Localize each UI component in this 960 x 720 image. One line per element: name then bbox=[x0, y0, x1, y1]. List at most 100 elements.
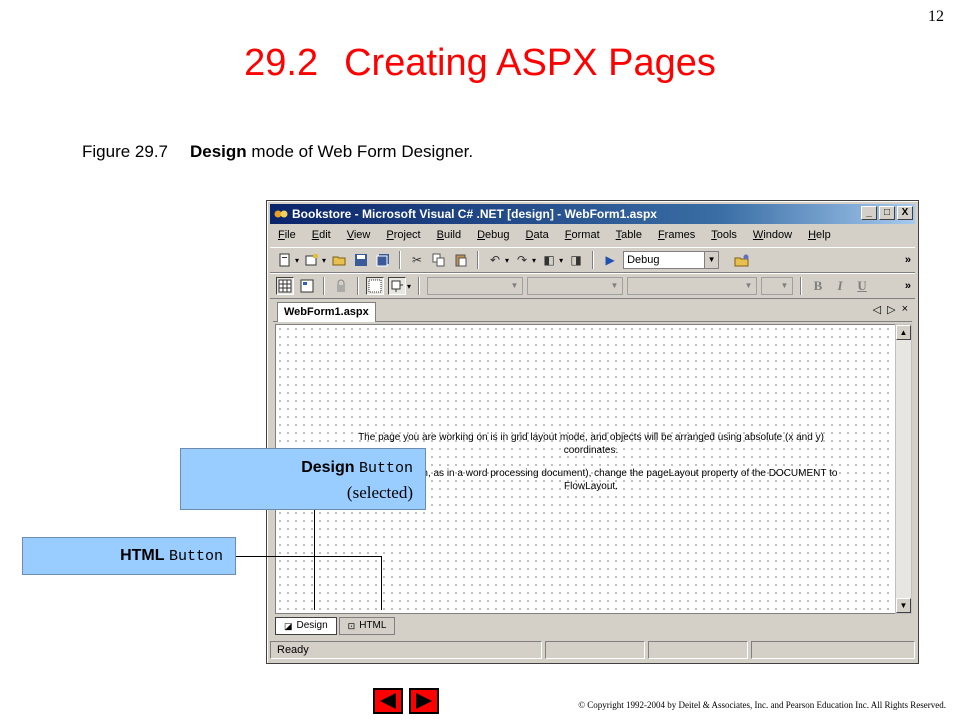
prev-arrow-icon bbox=[380, 693, 396, 709]
toolbar-overflow-icon[interactable]: » bbox=[905, 280, 911, 292]
minimize-button[interactable]: _ bbox=[861, 206, 877, 220]
copy-icon[interactable] bbox=[430, 251, 448, 269]
save-all-icon[interactable] bbox=[374, 251, 392, 269]
chevron-down-icon[interactable]: ▼ bbox=[704, 252, 719, 268]
chevron-down-icon[interactable]: ▾ bbox=[295, 256, 299, 265]
toolbar-separator bbox=[357, 277, 359, 295]
design-callout-line1: Design Button bbox=[301, 459, 413, 477]
menu-project[interactable]: Project bbox=[386, 229, 420, 241]
menu-edit[interactable]: Edit bbox=[312, 229, 331, 241]
html-callout-line1: HTML Button bbox=[120, 547, 223, 565]
block-format-select[interactable]: ▼ bbox=[427, 277, 524, 295]
open-icon[interactable] bbox=[330, 251, 348, 269]
status-bar: Ready bbox=[270, 641, 916, 661]
solution-config-select[interactable]: Debug ▼ bbox=[623, 251, 720, 269]
chevron-down-icon[interactable]: ▾ bbox=[322, 256, 326, 265]
status-cell bbox=[647, 641, 748, 659]
underline-button[interactable]: U bbox=[853, 278, 871, 294]
app-icon bbox=[274, 210, 288, 218]
font-name-select[interactable]: ▼ bbox=[527, 277, 624, 295]
start-icon[interactable]: ▶ bbox=[601, 251, 619, 269]
save-icon[interactable] bbox=[352, 251, 370, 269]
figure-caption: Figure 29.7 Design mode of Web Form Desig… bbox=[82, 142, 473, 162]
close-button[interactable]: X bbox=[897, 206, 913, 220]
navigate-forward-icon[interactable]: ◨ bbox=[567, 251, 585, 269]
prev-slide-button[interactable] bbox=[373, 688, 403, 714]
vertical-scrollbar[interactable]: ▲ ▼ bbox=[895, 324, 912, 614]
window-titlebar[interactable]: Bookstore - Microsoft Visual C# .NET [de… bbox=[270, 204, 915, 224]
menu-build[interactable]: Build bbox=[437, 229, 461, 241]
html-callout-leader-v bbox=[381, 556, 382, 610]
font-family-select[interactable]: ▼ bbox=[627, 277, 758, 295]
chevron-down-icon[interactable]: ▼ bbox=[742, 279, 755, 293]
callout-code: Button bbox=[168, 548, 223, 565]
maximize-button[interactable]: □ bbox=[879, 206, 895, 220]
document-tab-bar: WebForm1.aspx ◁ ▷ × bbox=[273, 300, 912, 322]
toolbar-separator bbox=[592, 251, 595, 269]
italic-button[interactable]: I bbox=[831, 278, 849, 294]
design-button-callout: Design Button (selected) bbox=[180, 448, 426, 510]
scroll-tabs-left-icon[interactable]: ◁ bbox=[873, 303, 881, 316]
grid-icon[interactable] bbox=[276, 277, 294, 295]
scroll-tabs-right-icon[interactable]: ▷ bbox=[887, 303, 895, 316]
new-project-icon[interactable] bbox=[276, 251, 294, 269]
tab-design[interactable]: ◪ Design bbox=[275, 617, 337, 635]
menu-view[interactable]: View bbox=[347, 229, 371, 241]
menu-tools[interactable]: Tools bbox=[711, 229, 737, 241]
font-size-select[interactable]: ▼ bbox=[761, 277, 794, 295]
menu-format[interactable]: Format bbox=[565, 229, 600, 241]
html-view-icon: ⊡ bbox=[347, 621, 356, 631]
scroll-down-icon[interactable]: ▼ bbox=[896, 598, 911, 613]
tab-html[interactable]: ⊡ HTML bbox=[338, 617, 396, 635]
add-item-icon[interactable] bbox=[303, 251, 321, 269]
toolbar-separator bbox=[800, 277, 803, 295]
menu-frames[interactable]: Frames bbox=[658, 229, 695, 241]
redo-icon[interactable]: ↷ bbox=[513, 251, 531, 269]
title-number: 29.2 bbox=[244, 42, 319, 84]
status-text: Ready bbox=[270, 641, 543, 659]
menu-window[interactable]: Window bbox=[753, 229, 792, 241]
menu-debug[interactable]: Debug bbox=[477, 229, 509, 241]
chevron-down-icon[interactable]: ▼ bbox=[508, 279, 521, 293]
figure-number: Figure 29.7 bbox=[82, 142, 168, 161]
status-cell bbox=[750, 641, 916, 659]
toolbar-separator bbox=[399, 251, 402, 269]
toolbar-separator bbox=[418, 277, 421, 295]
solution-explorer-icon[interactable] bbox=[733, 251, 751, 269]
chevron-down-icon[interactable]: ▾ bbox=[559, 256, 563, 265]
menu-help[interactable]: Help bbox=[808, 229, 831, 241]
window-controls: _ □ X bbox=[861, 206, 913, 220]
tab-html-label: HTML bbox=[359, 620, 387, 631]
design-callout-line2: (selected) bbox=[346, 483, 413, 502]
slide-navigation bbox=[373, 688, 439, 714]
slide-title: 29.2 Creating ASPX Pages bbox=[0, 42, 960, 85]
show-grid-icon[interactable] bbox=[366, 277, 384, 295]
callout-keyword: HTML bbox=[120, 547, 165, 564]
status-cell bbox=[545, 641, 645, 659]
toolbar-overflow-icon[interactable]: » bbox=[905, 254, 911, 266]
close-tab-icon[interactable]: × bbox=[902, 303, 908, 316]
caption-rest: mode of Web Form Designer. bbox=[246, 142, 474, 161]
menu-file[interactable]: File bbox=[278, 229, 296, 241]
html-button-callout: HTML Button bbox=[22, 537, 236, 575]
chevron-down-icon[interactable]: ▼ bbox=[778, 279, 791, 293]
show-details-icon[interactable] bbox=[388, 277, 406, 295]
undo-icon[interactable]: ↶ bbox=[486, 251, 504, 269]
paste-icon[interactable] bbox=[452, 251, 470, 269]
page-layout-icon[interactable] bbox=[298, 277, 316, 295]
cut-icon[interactable]: ✂ bbox=[408, 251, 426, 269]
scroll-up-icon[interactable]: ▲ bbox=[896, 325, 911, 340]
design-toolbar: ▾ ▼ ▼ ▼ ▼ B I U » bbox=[270, 273, 915, 299]
chevron-down-icon[interactable]: ▼ bbox=[608, 279, 621, 293]
navigate-back-icon[interactable]: ◧ bbox=[540, 251, 558, 269]
bold-button[interactable]: B bbox=[809, 278, 827, 294]
tab-webform1[interactable]: WebForm1.aspx bbox=[277, 302, 376, 322]
standard-toolbar: ▾ ▾ ✂ ↶ ▾ ↷ ▾ ◧ ▾ ◨ ▶ Debug ▼ » bbox=[270, 247, 915, 273]
next-slide-button[interactable] bbox=[409, 688, 439, 714]
chevron-down-icon[interactable]: ▾ bbox=[532, 256, 536, 265]
chevron-down-icon[interactable]: ▾ bbox=[407, 282, 411, 291]
chevron-down-icon[interactable]: ▾ bbox=[505, 256, 509, 265]
lock-icon[interactable] bbox=[332, 277, 350, 295]
menu-table[interactable]: Table bbox=[616, 229, 642, 241]
menu-data[interactable]: Data bbox=[526, 229, 549, 241]
